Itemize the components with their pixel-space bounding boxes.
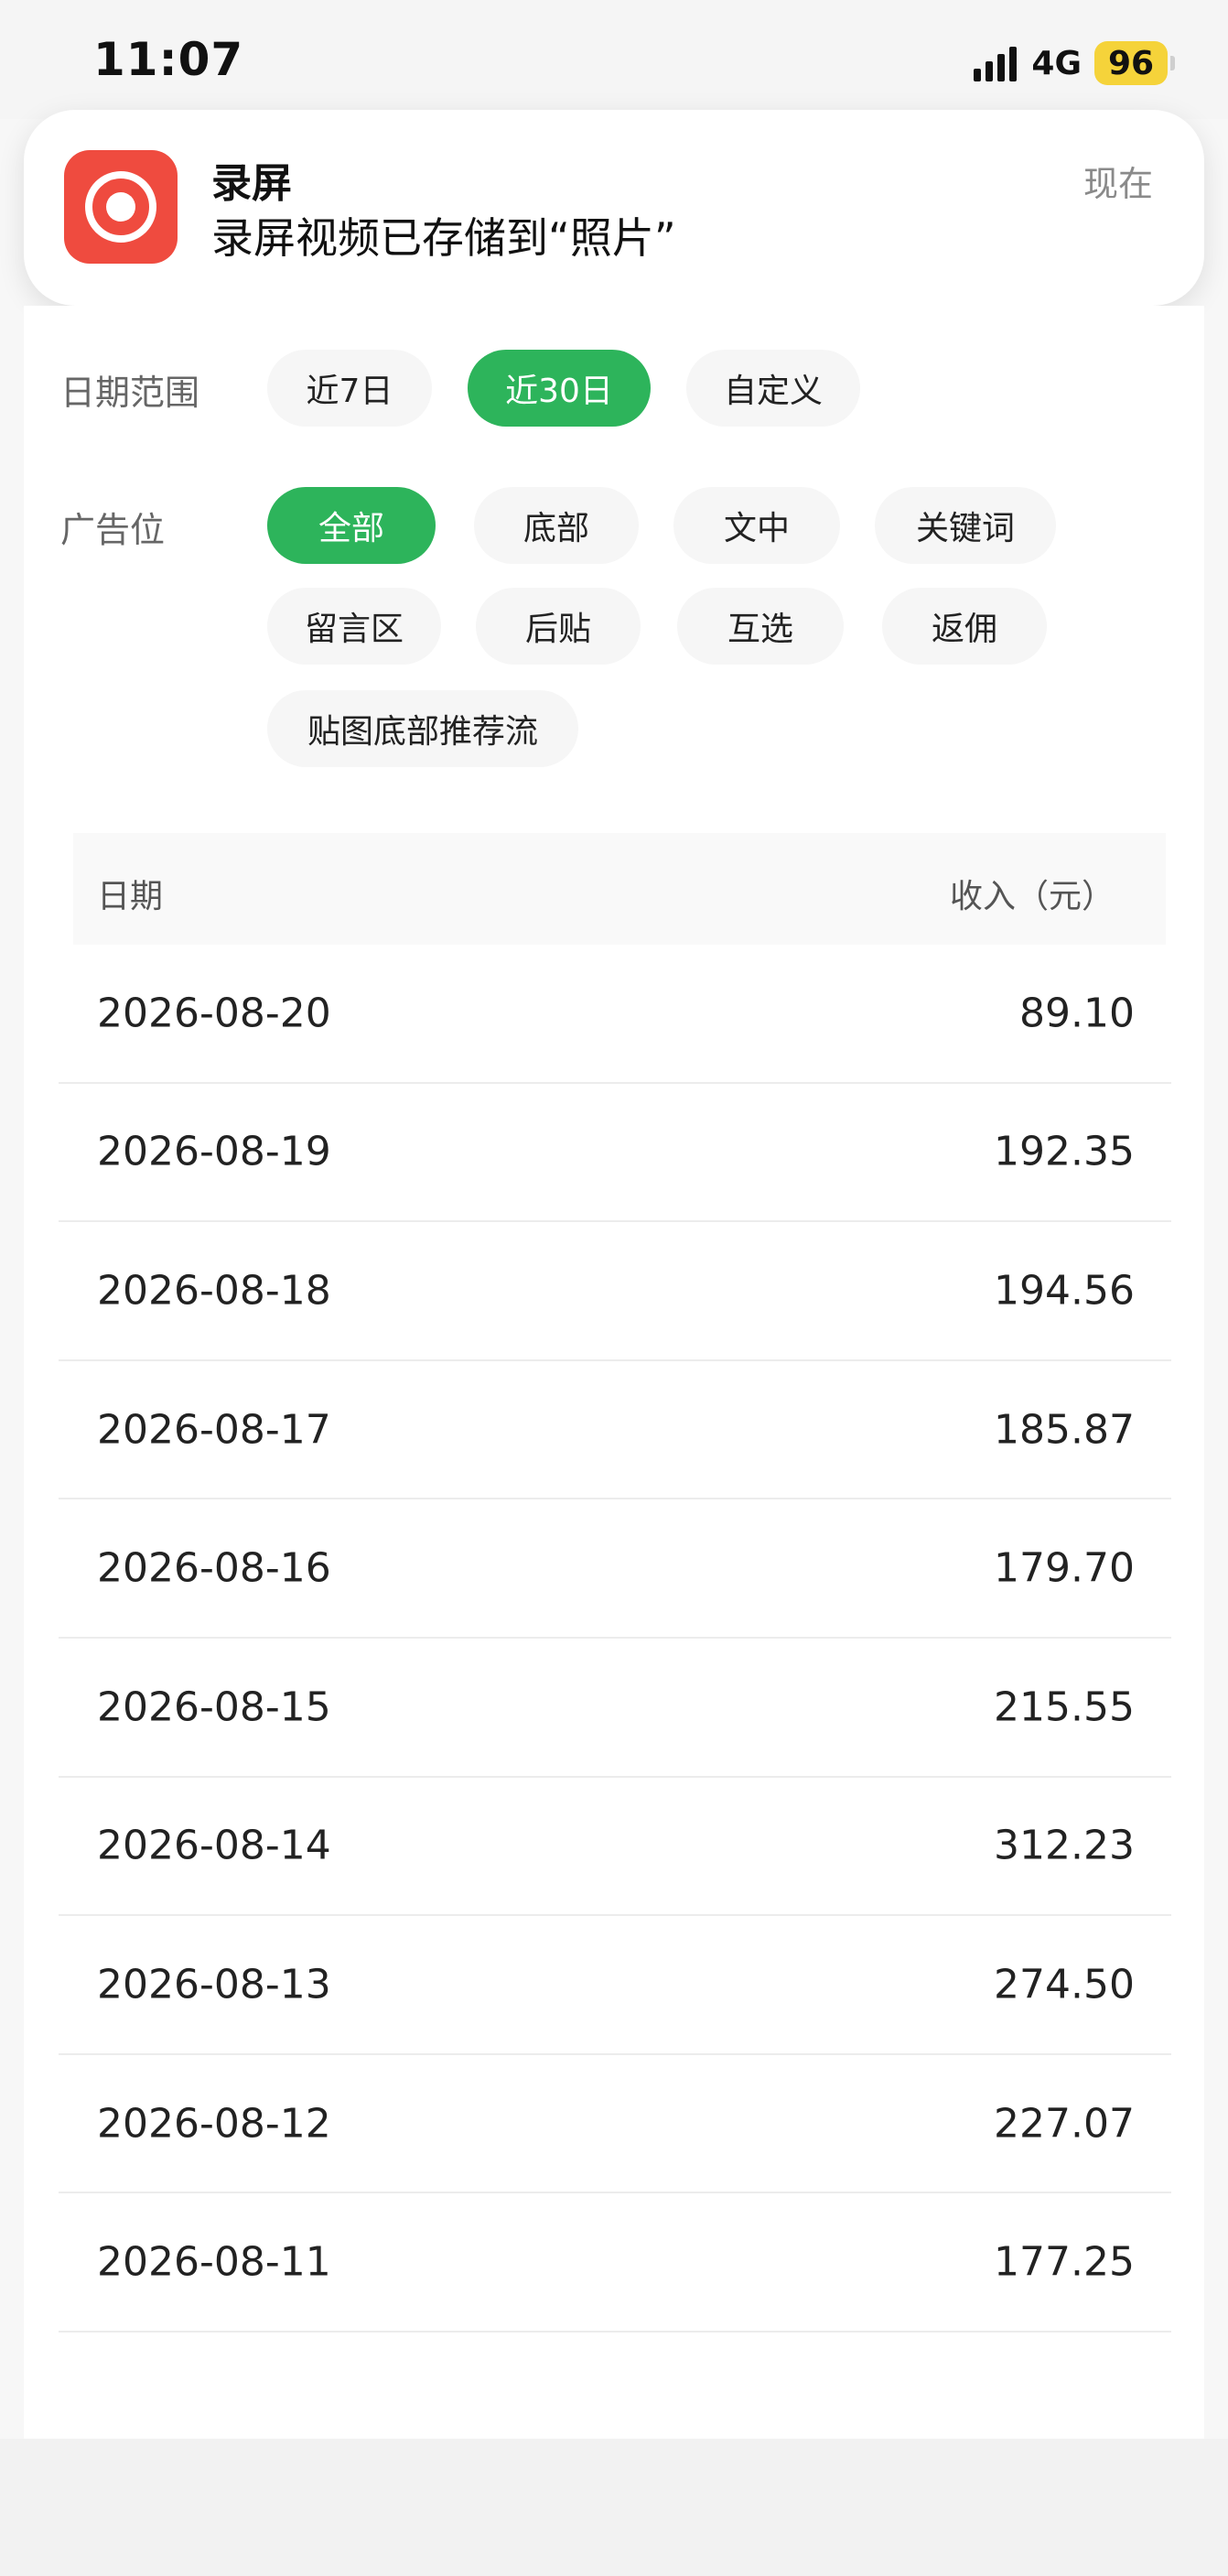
chip-ad-all[interactable]: 全部 [267, 487, 436, 564]
chip-date-30d[interactable]: 近30日 [468, 350, 651, 427]
table-header: 日期 收入（元） [73, 833, 1166, 945]
row-date: 2026-08-12 [97, 2100, 331, 2148]
chip-ad-mutual-select[interactable]: 互选 [677, 588, 844, 665]
row-income: 312.23 [994, 1822, 1135, 1869]
notification-message: 录屏视频已存储到“照片” [211, 213, 676, 263]
row-date: 2026-08-19 [97, 1128, 331, 1175]
notification-banner[interactable]: 录屏 录屏视频已存储到“照片” 现在 [24, 110, 1204, 306]
row-income: 192.35 [994, 1128, 1135, 1175]
row-income: 185.87 [994, 1406, 1135, 1454]
table-row: 2026-08-12 227.07 [59, 2055, 1171, 2194]
row-date: 2026-08-20 [97, 990, 331, 1037]
ad-slot-label: 广告位 [60, 510, 166, 550]
row-date: 2026-08-15 [97, 1683, 331, 1731]
chip-date-7d[interactable]: 近7日 [267, 350, 432, 427]
record-icon [64, 150, 178, 264]
bottom-area [0, 2439, 1228, 2576]
table-row: 2026-08-17 185.87 [59, 1361, 1171, 1500]
row-date: 2026-08-18 [97, 1267, 331, 1315]
chip-ad-post-roll[interactable]: 后贴 [476, 588, 641, 665]
income-panel: 日期范围 近7日 近30日 自定义 广告位 全部 底部 文中 关键词 留言区 后… [24, 306, 1204, 2439]
chip-ad-comments[interactable]: 留言区 [267, 588, 441, 665]
row-income: 179.70 [994, 1544, 1135, 1592]
row-income: 227.07 [994, 2100, 1135, 2148]
battery-icon: 96 [1094, 41, 1175, 85]
row-date: 2026-08-17 [97, 1406, 331, 1454]
row-date: 2026-08-11 [97, 2238, 331, 2286]
network-type: 4G [1031, 44, 1082, 82]
signal-icon [974, 45, 1018, 81]
row-income: 194.56 [994, 1267, 1135, 1315]
row-income: 89.10 [1019, 990, 1135, 1037]
income-table-body: 2026-08-20 89.10 2026-08-19 192.35 2026-… [59, 945, 1171, 2332]
row-date: 2026-08-16 [97, 1544, 331, 1592]
chip-date-custom[interactable]: 自定义 [686, 350, 860, 427]
chip-ad-bottom[interactable]: 底部 [474, 487, 639, 564]
row-date: 2026-08-13 [97, 1961, 331, 2008]
battery-level: 96 [1094, 41, 1168, 85]
status-indicators: 4G 96 [974, 40, 1175, 86]
chip-ad-image-bottom-feed[interactable]: 贴图底部推荐流 [267, 690, 578, 767]
date-range-label: 日期范围 [60, 373, 200, 413]
table-row: 2026-08-19 192.35 [59, 1084, 1171, 1223]
table-row: 2026-08-13 274.50 [59, 1916, 1171, 2055]
chip-ad-in-article[interactable]: 文中 [673, 487, 840, 564]
chip-ad-rebate[interactable]: 返佣 [882, 588, 1047, 665]
table-row: 2026-08-18 194.56 [59, 1222, 1171, 1361]
row-income: 177.25 [994, 2238, 1135, 2286]
notification-title: 录屏 [211, 160, 292, 207]
table-row: 2026-08-14 312.23 [59, 1778, 1171, 1917]
table-row: 2026-08-11 177.25 [59, 2193, 1171, 2332]
column-header-income: 收入（元） [949, 878, 1115, 915]
table-row: 2026-08-20 89.10 [59, 945, 1171, 1084]
status-bar: 11:07 4G 96 [0, 0, 1228, 119]
battery-tip [1170, 56, 1175, 70]
table-row: 2026-08-16 179.70 [59, 1499, 1171, 1639]
column-header-date: 日期 [97, 878, 164, 915]
table-row: 2026-08-15 215.55 [59, 1639, 1171, 1778]
notification-time: 现在 [1083, 164, 1153, 204]
row-income: 215.55 [994, 1683, 1135, 1731]
row-income: 274.50 [994, 1961, 1135, 2008]
row-date: 2026-08-14 [97, 1822, 331, 1869]
status-time: 11:07 [93, 33, 244, 86]
chip-ad-keyword[interactable]: 关键词 [875, 487, 1056, 564]
